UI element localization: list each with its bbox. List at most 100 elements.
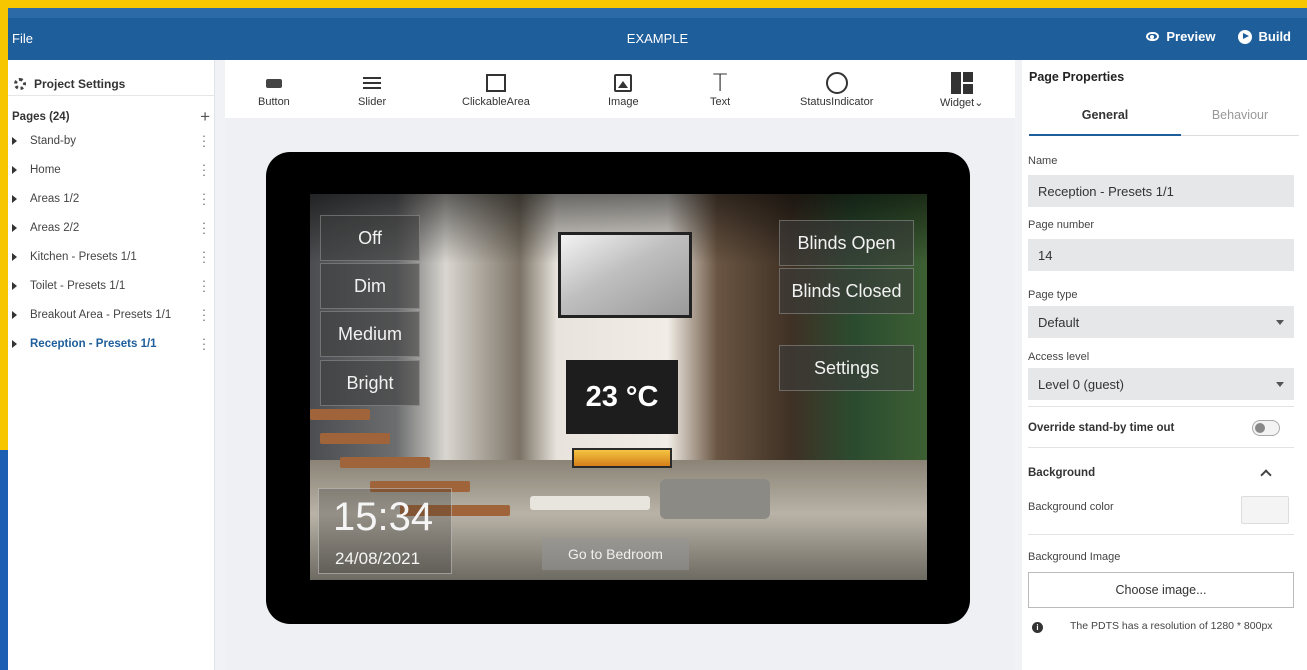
project-title: EXAMPLE [626, 31, 689, 46]
tool-text[interactable]: T Text [710, 70, 730, 108]
tool-image[interactable]: Image [608, 70, 639, 108]
choose-image-button[interactable]: Choose image... [1028, 572, 1294, 608]
device-frame: Off Dim Medium Bright Blinds Open Blinds… [266, 152, 970, 624]
more-vert-icon[interactable]: · · · [194, 245, 214, 268]
page-item-home[interactable]: Home · · · [8, 155, 214, 184]
device-screen[interactable]: Off Dim Medium Bright Blinds Open Blinds… [310, 194, 927, 580]
divider [1028, 406, 1294, 407]
tool-button[interactable]: Button [258, 70, 290, 108]
chevron-down-icon[interactable]: ⌄ [974, 97, 983, 109]
build-button[interactable]: Build [1237, 29, 1292, 44]
tool-slider[interactable]: Slider [358, 70, 386, 108]
page-item-stand-by[interactable]: Stand-by · · · [8, 126, 214, 155]
active-tab-indicator [1029, 134, 1181, 136]
expand-arrow-icon[interactable] [12, 165, 17, 174]
page-item-kitchen[interactable]: Kitchen - Presets 1/1 · · · [8, 242, 214, 271]
page-item-toilet[interactable]: Toilet - Presets 1/1 · · · [8, 271, 214, 300]
background-section-header[interactable]: Background [1028, 467, 1095, 479]
off-button[interactable]: Off [320, 215, 420, 261]
panel-title: Page Properties [1029, 70, 1125, 84]
tool-label: StatusIndicator [800, 96, 874, 108]
temperature-display: 23 °C [566, 360, 678, 434]
preview-label: Preview [1166, 29, 1216, 44]
page-item-breakout-area[interactable]: Breakout Area - Presets 1/1 · · · [8, 300, 214, 329]
tool-label: Button [258, 96, 290, 108]
slider-icon [363, 75, 382, 91]
widget-icon [950, 72, 973, 94]
page-type-label: Page type [1028, 289, 1078, 301]
override-standby-label: Override stand-by time out [1028, 422, 1175, 434]
clickable-area-icon [485, 74, 506, 92]
gear-icon [14, 78, 26, 90]
preview-button[interactable]: Preview [1146, 29, 1216, 44]
page-item-areas-1[interactable]: Areas 1/2 · · · [8, 184, 214, 213]
page-item-label: Home [30, 163, 61, 176]
fireplace-image [572, 448, 672, 468]
more-vert-icon[interactable]: · · · [194, 158, 214, 181]
chevron-up-icon[interactable] [1260, 469, 1272, 481]
page-item-areas-2[interactable]: Areas 2/2 · · · [8, 213, 214, 242]
page-item-label: Stand-by [30, 134, 77, 147]
pages-count-label: Pages (24) [12, 111, 70, 123]
page-number-field[interactable]: 14 [1028, 239, 1294, 271]
project-settings-label: Project Settings [34, 77, 126, 91]
sofa-image [660, 479, 770, 519]
more-vert-icon[interactable]: · · · [194, 274, 214, 297]
project-settings-button[interactable]: Project Settings [8, 60, 214, 96]
tool-label: Text [710, 96, 731, 108]
page-item-reception[interactable]: Reception - Presets 1/1 · · · [8, 329, 214, 358]
wall-artwork [558, 232, 692, 318]
dim-button[interactable]: Dim [320, 263, 420, 309]
blinds-closed-button[interactable]: Blinds Closed [779, 268, 914, 314]
tool-widget[interactable]: Widget⌄ [940, 70, 983, 109]
sidebar: Project Settings Pages (24) + Stand-by ·… [8, 60, 215, 670]
name-field[interactable]: Reception - Presets 1/1 [1028, 175, 1294, 207]
name-label: Name [1028, 155, 1058, 167]
background-color-swatch[interactable] [1241, 496, 1289, 524]
go-to-bedroom-button[interactable]: Go to Bedroom [542, 538, 689, 570]
more-vert-icon[interactable]: · · · [194, 187, 214, 210]
expand-arrow-icon[interactable] [12, 194, 17, 203]
blinds-open-button[interactable]: Blinds Open [779, 220, 914, 266]
resolution-info-text: The PDTS has a resolution of 1280 * 800p… [1070, 620, 1273, 632]
expand-arrow-icon[interactable] [12, 252, 17, 261]
app-bar: File EXAMPLE Preview Build [8, 18, 1307, 60]
image-icon [614, 74, 633, 92]
expand-arrow-icon[interactable] [12, 136, 17, 145]
expand-arrow-icon[interactable] [12, 281, 17, 290]
override-standby-toggle[interactable] [1252, 420, 1280, 436]
play-icon [1237, 29, 1252, 44]
tab-behaviour[interactable]: Behaviour [1181, 94, 1299, 135]
tool-status-indicator[interactable]: StatusIndicator [800, 70, 873, 108]
more-vert-icon[interactable]: · · · [194, 216, 214, 239]
expand-arrow-icon[interactable] [12, 223, 17, 232]
settings-button[interactable]: Settings [779, 345, 914, 391]
more-vert-icon[interactable]: · · · [194, 129, 214, 152]
bright-button[interactable]: Bright [320, 360, 420, 406]
expand-arrow-icon[interactable] [12, 339, 17, 348]
more-vert-icon[interactable]: · · · [194, 303, 214, 326]
more-vert-icon[interactable]: · · · [194, 332, 214, 355]
clock-time: 15:34 [333, 495, 434, 539]
tool-clickable-area[interactable]: ClickableArea [462, 70, 530, 108]
page-properties-panel: Page Properties General Behaviour Name R… [1022, 60, 1307, 670]
info-icon: i [1032, 622, 1043, 633]
page-item-label: Areas 2/2 [30, 221, 80, 234]
background-color-label: Background color [1028, 501, 1114, 513]
access-level-select[interactable]: Level 0 (guest) [1028, 368, 1294, 400]
expand-arrow-icon[interactable] [12, 310, 17, 319]
clock-widget: 15:34 24/08/2021 [318, 488, 452, 574]
page-item-label: Kitchen - Presets 1/1 [30, 250, 137, 263]
tool-label: Image [608, 96, 639, 108]
build-label: Build [1258, 29, 1292, 44]
page-item-label: Toilet - Presets 1/1 [30, 279, 126, 292]
tool-label: Widget⌄ [940, 97, 984, 109]
add-page-icon[interactable]: + [200, 107, 210, 127]
page-type-select[interactable]: Default [1028, 306, 1294, 338]
page-type-value: Default [1038, 315, 1080, 330]
text-icon: T [712, 69, 728, 97]
tab-general[interactable]: General [1029, 94, 1181, 135]
medium-button[interactable]: Medium [320, 311, 420, 357]
pages-header: Pages (24) + [8, 96, 214, 126]
page-item-label: Reception - Presets 1/1 [30, 337, 157, 350]
